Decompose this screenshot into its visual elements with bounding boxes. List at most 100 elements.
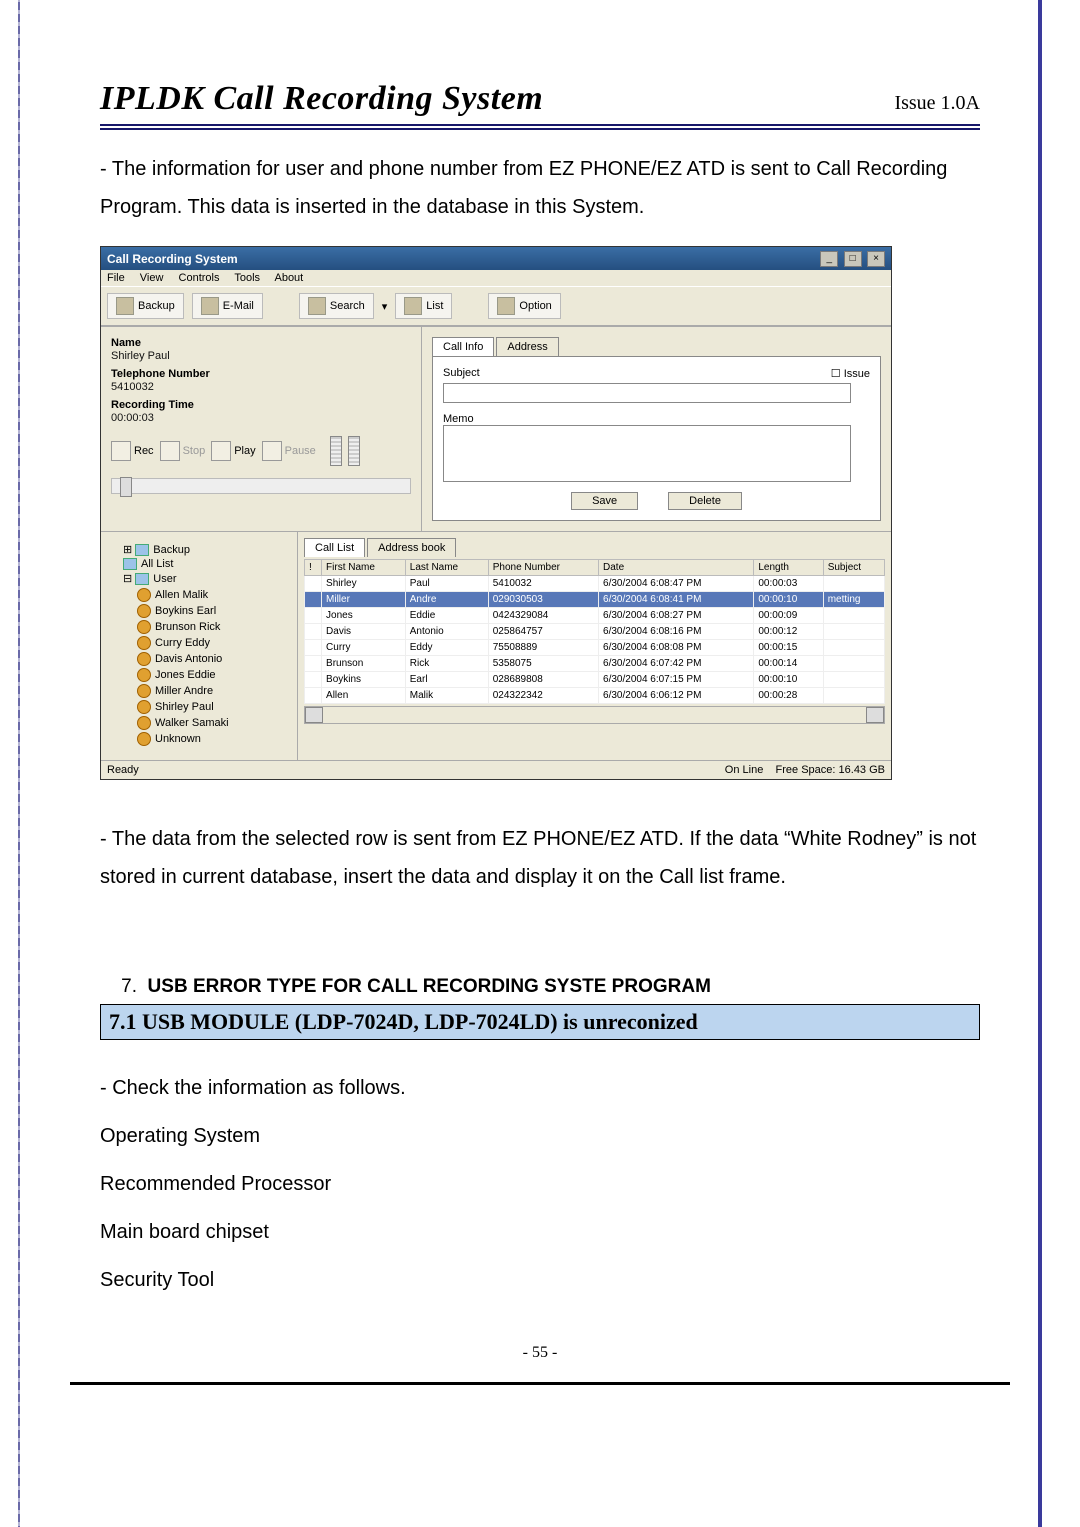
table-row[interactable]: CurryEddy755088896/30/2004 6:08:08 PM00:… — [305, 640, 885, 656]
user-icon — [137, 604, 151, 618]
menu-controls[interactable]: Controls — [179, 272, 220, 284]
app-window: Call Recording System _ □ × File View Co… — [100, 246, 892, 780]
tree-alllist[interactable]: All List — [123, 557, 289, 571]
footer-rule — [70, 1382, 1010, 1385]
tree-user-item[interactable]: Miller Andre — [137, 683, 289, 699]
tab-callinfo[interactable]: Call Info — [432, 337, 494, 356]
list-button[interactable]: List — [395, 293, 452, 319]
save-button[interactable]: Save — [571, 492, 638, 510]
tree-user-item[interactable]: Curry Eddy — [137, 635, 289, 651]
col-subject[interactable]: Subject — [823, 560, 884, 576]
user-tree: ⊞ Backup All List ⊟ User Allen MalikBoyk… — [101, 532, 298, 760]
titlebar: Call Recording System _ □ × — [101, 247, 891, 270]
user-icon — [137, 636, 151, 650]
col-date[interactable]: Date — [599, 560, 754, 576]
play-button[interactable]: Play — [211, 441, 255, 461]
menu-tools[interactable]: Tools — [234, 272, 260, 284]
col-firstname[interactable]: First Name — [322, 560, 406, 576]
rec-button[interactable]: Rec — [111, 441, 154, 461]
search-dropdown-icon[interactable]: ▾ — [382, 300, 388, 313]
left-margin-dots — [18, 0, 20, 1527]
info-panel: NameShirley Paul Telephone Number5410032… — [101, 327, 422, 531]
table-row[interactable]: AllenMalik0243223426/30/2004 6:06:12 PM0… — [305, 688, 885, 704]
play-icon — [211, 441, 231, 461]
status-online: On Line — [725, 764, 764, 776]
tab-address[interactable]: Address — [496, 337, 558, 356]
col-length[interactable]: Length — [754, 560, 823, 576]
table-row[interactable]: JonesEddie04243290846/30/2004 6:08:27 PM… — [305, 608, 885, 624]
stop-button[interactable]: Stop — [160, 441, 206, 461]
close-icon[interactable]: × — [867, 251, 885, 267]
col-lastname[interactable]: Last Name — [405, 560, 488, 576]
toolbar: Backup E-Mail Search ▾ List Option — [101, 286, 891, 326]
subject-label: Subject — [443, 367, 870, 379]
memo-label: Memo — [443, 413, 870, 425]
pause-icon — [262, 441, 282, 461]
backup-icon — [116, 297, 134, 315]
para-2: - The data from the selected row is sent… — [100, 820, 980, 896]
list-item: Main board chipset — [100, 1208, 980, 1256]
window-controls: _ □ × — [818, 250, 885, 267]
menu-about[interactable]: About — [274, 272, 303, 284]
col-idx[interactable]: ! — [305, 560, 322, 576]
backup-button[interactable]: Backup — [107, 293, 184, 319]
issue-checkbox[interactable]: ☐ Issue — [831, 367, 870, 380]
min-icon[interactable]: _ — [820, 251, 838, 267]
list-item: - Check the information as follows. — [100, 1064, 980, 1112]
name-label: Name — [111, 337, 411, 349]
delete-button[interactable]: Delete — [668, 492, 742, 510]
tree-user-item[interactable]: Jones Eddie — [137, 667, 289, 683]
user-icon — [137, 620, 151, 634]
search-icon — [308, 297, 326, 315]
user-icon — [137, 700, 151, 714]
user-icon — [137, 668, 151, 682]
max-icon[interactable]: □ — [844, 251, 862, 267]
page-number: - 55 - — [100, 1344, 980, 1362]
user-folder-icon — [135, 573, 149, 585]
rectime-label: Recording Time — [111, 399, 411, 411]
tab-addressbook[interactable]: Address book — [367, 538, 456, 557]
rectime-value: 00:00:03 — [111, 412, 411, 424]
search-button[interactable]: Search — [299, 293, 374, 319]
detail-panel: Call Info Address ☐ Issue Subject Memo S… — [422, 327, 891, 531]
option-button[interactable]: Option — [488, 293, 560, 319]
table-row[interactable]: BrunsonRick53580756/30/2004 6:07:42 PM00… — [305, 656, 885, 672]
menu-file[interactable]: File — [107, 272, 125, 284]
tree-user-item[interactable]: Boykins Earl — [137, 603, 289, 619]
volume-meters — [330, 436, 360, 466]
stop-icon — [160, 441, 180, 461]
tree-user-item[interactable]: Brunson Rick — [137, 619, 289, 635]
section-7-heading: 7. USB ERROR TYPE FOR CALL RECORDING SYS… — [100, 976, 980, 998]
rec-icon — [111, 441, 131, 461]
window-title: Call Recording System — [107, 252, 238, 266]
table-row[interactable]: DavisAntonio0258647576/30/2004 6:08:16 P… — [305, 624, 885, 640]
pause-button[interactable]: Pause — [262, 441, 316, 461]
tree-user-item[interactable]: Walker Samaki — [137, 715, 289, 731]
col-phone[interactable]: Phone Number — [488, 560, 598, 576]
table-row[interactable]: ShirleyPaul54100326/30/2004 6:08:47 PM00… — [305, 576, 885, 592]
menubar: File View Controls Tools About — [101, 270, 891, 286]
player-controls: Rec Stop Play Pause — [111, 436, 411, 466]
doc-title: IPLDK Call Recording System — [100, 80, 543, 118]
user-icon — [137, 588, 151, 602]
tree-user-item[interactable]: Allen Malik — [137, 587, 289, 603]
table-row[interactable]: MillerAndre0290305036/30/2004 6:08:41 PM… — [305, 592, 885, 608]
tab-calllist[interactable]: Call List — [304, 538, 365, 557]
tree-backup[interactable]: ⊞ Backup — [123, 542, 289, 557]
tree-user-item[interactable]: Davis Antonio — [137, 651, 289, 667]
status-freespace: Free Space: 16.43 GB — [776, 764, 885, 776]
subject-input[interactable] — [443, 383, 851, 403]
statusbar: Ready On Line Free Space: 16.43 GB — [101, 760, 891, 779]
doc-issue: Issue 1.0A — [894, 92, 980, 115]
table-row[interactable]: BoykinsEarl0286898086/30/2004 6:07:15 PM… — [305, 672, 885, 688]
tree-user-item[interactable]: Unknown — [137, 731, 289, 747]
memo-input[interactable] — [443, 425, 851, 482]
seek-slider[interactable] — [111, 478, 411, 494]
tree-user-item[interactable]: Shirley Paul — [137, 699, 289, 715]
menu-view[interactable]: View — [140, 272, 164, 284]
email-button[interactable]: E-Mail — [192, 293, 263, 319]
user-icon — [137, 684, 151, 698]
hscrollbar[interactable] — [304, 706, 885, 724]
user-icon — [137, 652, 151, 666]
tree-user[interactable]: ⊟ User Allen MalikBoykins EarlBrunson Ri… — [123, 571, 289, 750]
